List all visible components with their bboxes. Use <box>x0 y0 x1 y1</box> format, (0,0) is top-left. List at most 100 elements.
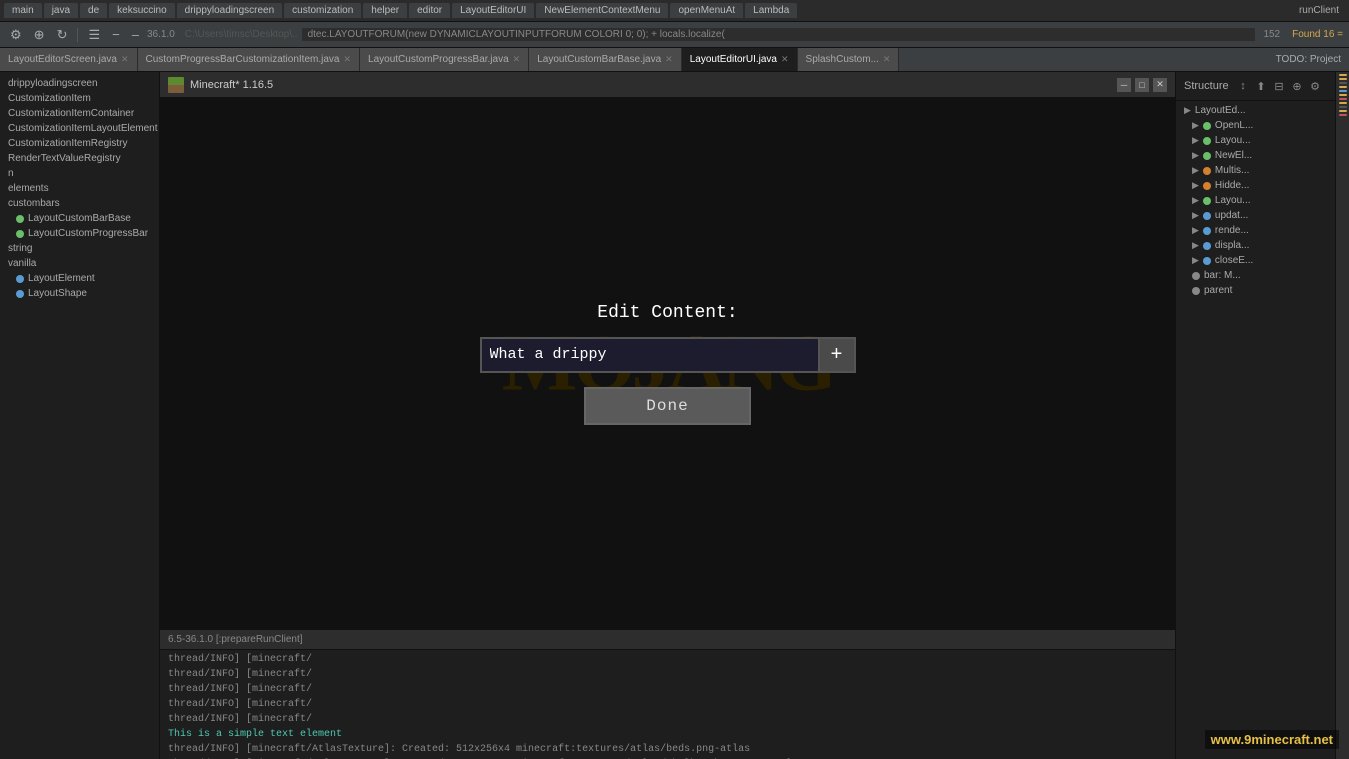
tree-label: rende... <box>1215 225 1249 236</box>
file-tab-layouteditorscreen[interactable]: LayoutEditorScreen.java ✕ <box>0 48 138 72</box>
right-sidebar-icon-row: ↕ ⬆ ⊟ ⊕ ⚙ <box>1231 76 1327 96</box>
sidebar-item-layoutshape[interactable]: LayoutShape <box>0 286 159 301</box>
close-icon[interactable]: ✕ <box>121 54 129 65</box>
site-watermark: www.9minecraft.net <box>1205 730 1339 749</box>
close-icon[interactable]: ✕ <box>883 54 891 65</box>
center-content: Minecraft* 1.16.5 ─ □ ✕ MOJANG Edit Cont… <box>160 72 1175 759</box>
sidebar-item-vanilla[interactable]: vanilla <box>0 256 159 271</box>
sidebar-item-drippyloadingscreen[interactable]: drippyloadingscreen <box>0 76 159 91</box>
tree-item-bar[interactable]: bar: M... <box>1176 268 1335 283</box>
tree-item-multis[interactable]: ▶ Multis... <box>1176 163 1335 178</box>
tab-openmenuat[interactable]: openMenuAt <box>670 3 743 18</box>
console-line: thread/INFO] [minecraft/ <box>168 697 1167 712</box>
sidebar-item-layoutelement[interactable]: LayoutElement <box>0 271 159 286</box>
sidebar-item-layoutcustomprogressbar[interactable]: LayoutCustomProgressBar <box>0 226 159 241</box>
tree-item-layou2[interactable]: ▶ Layou... <box>1176 193 1335 208</box>
mc-window-controls: ─ □ ✕ <box>1117 78 1167 92</box>
left-sidebar: drippyloadingscreen CustomizationItem Cu… <box>0 72 160 759</box>
minecraft-grass-icon <box>168 77 184 93</box>
dot-icon <box>16 230 24 238</box>
tree-item-closee[interactable]: ▶ closeE... <box>1176 253 1335 268</box>
tree-arrow: ▶ <box>1192 165 1199 176</box>
tree-label: OpenL... <box>1215 120 1253 131</box>
sort-icon[interactable]: ↕ <box>1235 78 1251 94</box>
tree-item-layou[interactable]: ▶ Layou... <box>1176 133 1335 148</box>
file-tab-layouteditorui[interactable]: LayoutEditorUI.java ✕ <box>682 48 798 72</box>
close-icon[interactable]: ✕ <box>513 54 521 65</box>
tree-item-openl[interactable]: ▶ OpenL... <box>1176 118 1335 133</box>
filter-icon[interactable]: ⊕ <box>1289 78 1305 94</box>
collapse-icon[interactable]: ⊟ <box>1271 78 1287 94</box>
tab-drippyloadingscreen[interactable]: drippyloadingscreen <box>177 3 283 18</box>
tab-layouteditorui[interactable]: LayoutEditorUI <box>452 3 534 18</box>
content-input[interactable] <box>480 337 820 373</box>
close-button[interactable]: ✕ <box>1153 78 1167 92</box>
right-gutter <box>1335 72 1349 759</box>
tab-keksuccino[interactable]: keksuccino <box>109 3 174 18</box>
todo-label: TODO: Project <box>1268 54 1349 65</box>
tab-customization[interactable]: customization <box>284 3 361 18</box>
console-line: thread/INFO] [minecraft/ <box>168 712 1167 727</box>
file-tab-customprogressbar[interactable]: CustomProgressBarCustomizationItem.java … <box>138 48 361 72</box>
tree-arrow: ▶ <box>1192 120 1199 131</box>
sidebar-item-elements[interactable]: elements <box>0 181 159 196</box>
tree-item-updat[interactable]: ▶ updat... <box>1176 208 1335 223</box>
file-tab-label: SplashCustom... <box>806 54 879 65</box>
file-tab-splashcustom[interactable]: SplashCustom... ✕ <box>798 48 900 72</box>
file-tab-label: LayoutEditorUI.java <box>690 54 777 65</box>
console-line-teal: This is a simple text element <box>168 727 1167 742</box>
tab-helper[interactable]: helper <box>363 3 407 18</box>
gutter-mark-orange4 <box>1339 94 1347 96</box>
menu-icon[interactable]: ☰ <box>84 25 104 45</box>
sidebar-item-n[interactable]: n <box>0 166 159 181</box>
tree-item-newel[interactable]: ▶ NewEl... <box>1176 148 1335 163</box>
sidebar-item-rendertextvalueregistry[interactable]: RenderTextValueRegistry <box>0 151 159 166</box>
sidebar-item-customizationitem[interactable]: CustomizationItem <box>0 91 159 106</box>
sidebar-item-layoutcustombarbase[interactable]: LayoutCustomBarBase <box>0 211 159 226</box>
sidebar-label: LayoutCustomProgressBar <box>28 228 148 239</box>
tree-item-displa[interactable]: ▶ displa... <box>1176 238 1335 253</box>
sidebar-item-string[interactable]: string <box>0 241 159 256</box>
minimize-button[interactable]: ─ <box>1117 78 1131 92</box>
file-tab-label: LayoutCustomBarBase.java <box>537 54 661 65</box>
dialog-input-row: + <box>480 337 856 373</box>
tree-item-rende[interactable]: ▶ rende... <box>1176 223 1335 238</box>
minus-icon[interactable]: − <box>108 25 124 44</box>
tree-item-layouted[interactable]: ▶ LayoutEd... <box>1176 103 1335 118</box>
sidebar-item-custombars[interactable]: custombars <box>0 196 159 211</box>
tree-label: displa... <box>1215 240 1249 251</box>
sidebar-label: string <box>8 243 32 254</box>
tab-lambda[interactable]: Lambda <box>745 3 797 18</box>
line-info: 152 <box>1263 29 1280 40</box>
separator <box>77 28 78 42</box>
sidebar-item-customizationitemcontainer[interactable]: CustomizationItemContainer <box>0 106 159 121</box>
refresh-icon[interactable]: ↻ <box>53 25 72 45</box>
sort-alpha-icon[interactable]: ⬆ <box>1253 78 1269 94</box>
tab-main[interactable]: main <box>4 3 42 18</box>
sidebar-item-customizationitemregistry[interactable]: CustomizationItemRegistry <box>0 136 159 151</box>
close-icon[interactable]: ✕ <box>343 54 351 65</box>
add-content-button[interactable]: + <box>820 337 856 373</box>
tree-item-hidde[interactable]: ▶ Hidde... <box>1176 178 1335 193</box>
file-tab-layoutcustomprogressbar[interactable]: LayoutCustomProgressBar.java ✕ <box>360 48 529 72</box>
tab-newelementcontextmenu[interactable]: NewElementContextMenu <box>536 3 668 18</box>
file-tab-layoutcustombarbase[interactable]: LayoutCustomBarBase.java ✕ <box>529 48 682 72</box>
tree-label: closeE... <box>1215 255 1253 266</box>
tree-label: parent <box>1204 285 1232 296</box>
settings-small-icon[interactable]: ⚙ <box>1307 78 1323 94</box>
dot-green-icon <box>1203 137 1211 145</box>
tab-editor[interactable]: editor <box>409 3 450 18</box>
sidebar-item-customizationitemlayoutelement[interactable]: CustomizationItemLayoutElement <box>0 121 159 136</box>
tab-de[interactable]: de <box>80 3 107 18</box>
tab-java[interactable]: java <box>44 3 78 18</box>
dash-icon[interactable]: – <box>128 25 143 44</box>
close-icon[interactable]: ✕ <box>781 54 789 65</box>
close-icon[interactable]: ✕ <box>665 54 673 65</box>
build-icon[interactable]: ⊕ <box>30 25 49 45</box>
tree-item-parent[interactable]: parent <box>1176 283 1335 298</box>
done-button[interactable]: Done <box>584 387 750 425</box>
dot-green-icon <box>1203 152 1211 160</box>
dot-blue-icon <box>1203 212 1211 220</box>
settings-icon[interactable]: ⚙ <box>6 25 26 45</box>
maximize-button[interactable]: □ <box>1135 78 1149 92</box>
